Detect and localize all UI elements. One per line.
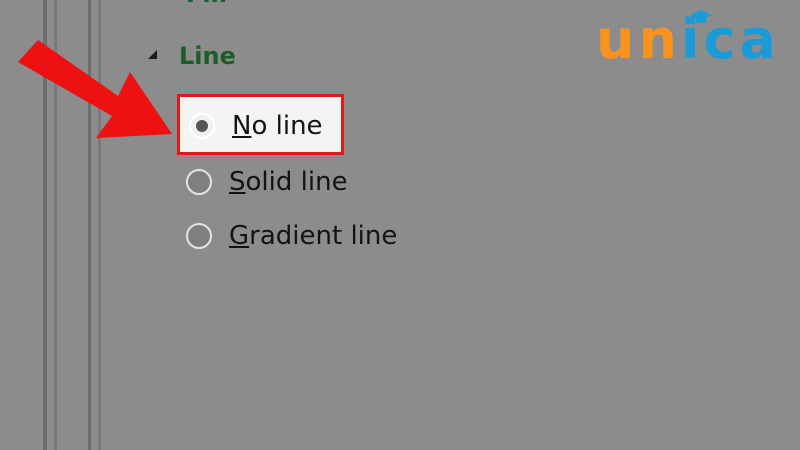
- screenshot: Fill Line No line Solid line Gradient li…: [0, 0, 800, 450]
- access-key-char: S: [229, 167, 246, 197]
- option-label-solid-line[interactable]: Solid line: [229, 167, 348, 197]
- access-key-char: G: [229, 221, 250, 251]
- option-label-gradient-line[interactable]: Gradient line: [229, 221, 397, 251]
- radio-gradient-line[interactable]: [186, 223, 212, 249]
- graduation-cap-icon: [690, 10, 712, 23]
- option-label-rest: olid line: [245, 167, 348, 197]
- option-label-rest: o line: [251, 111, 323, 141]
- option-gradient-line[interactable]: Gradient line: [186, 212, 397, 260]
- option-label-rest: radient line: [249, 221, 398, 251]
- option-label-no-line[interactable]: No line: [232, 111, 323, 141]
- red-arrow-icon: [18, 40, 172, 138]
- logo-letter: n: [638, 8, 681, 71]
- highlight-box: No line: [177, 94, 344, 155]
- arrow-shape: [18, 40, 172, 138]
- logo-letter: a: [739, 8, 780, 71]
- radio-solid-line[interactable]: [186, 169, 212, 195]
- option-no-line[interactable]: No line: [189, 102, 323, 150]
- logo-letter: u: [596, 8, 639, 71]
- option-solid-line[interactable]: Solid line: [186, 158, 348, 206]
- unica-logo: u n i c a: [596, 10, 780, 70]
- access-key-char: N: [232, 111, 252, 141]
